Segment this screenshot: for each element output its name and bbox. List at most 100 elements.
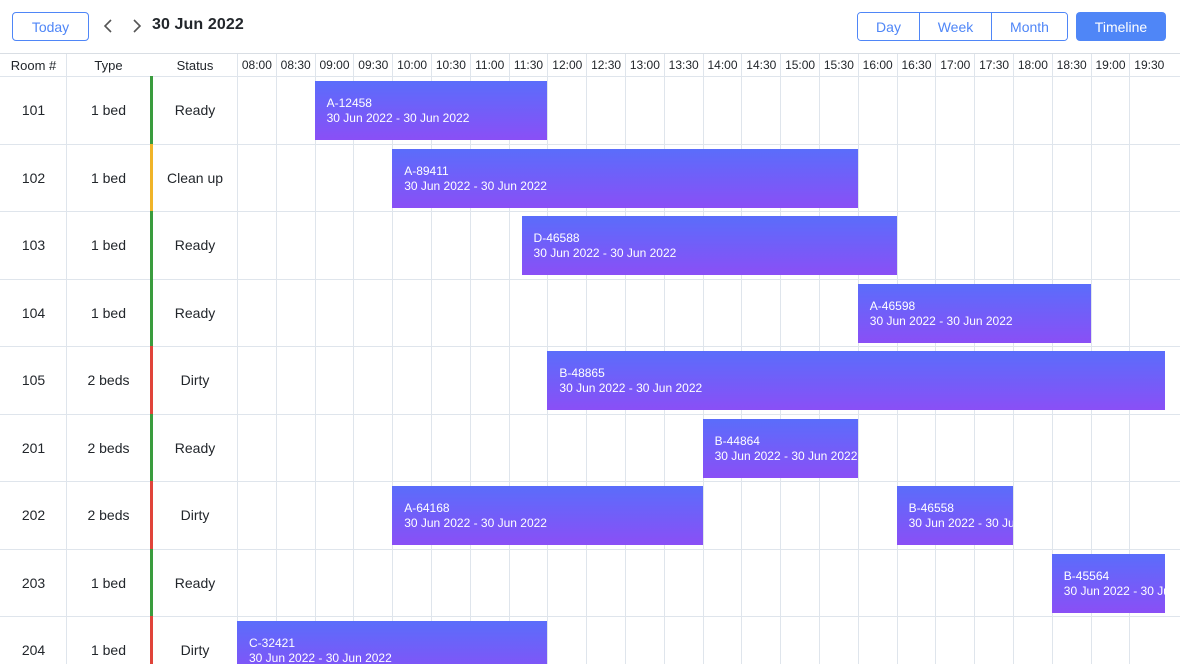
room-status: Ready (174, 574, 216, 591)
room-status: Ready (174, 237, 216, 254)
time-header: 11:00 (469, 54, 509, 76)
time-header: 09:30 (353, 54, 392, 76)
booking-id: C-32421 (249, 636, 296, 651)
booking-event[interactable]: B-4655830 Jun 2022 - 30 Jun 2022 (896, 486, 1013, 546)
booking-id: A-64168 (404, 501, 450, 516)
booking-dates: 30 Jun 2022 - 30 Jun 2022 (1063, 583, 1165, 598)
chevron-right-icon[interactable] (128, 15, 146, 37)
booking-event[interactable]: A-12458 30 Jun 2022 - 30 Jun 2022 (314, 81, 548, 141)
booking-dates: 30 Jun 2022 - 30 Jun 2022 (404, 516, 547, 531)
time-slot-divider (353, 54, 355, 664)
time-header: 19:00 (1090, 54, 1130, 76)
time-header: 08:00 (237, 54, 276, 76)
booking-event[interactable]: A-46598 30 Jun 2022 - 30 Jun 2022 (857, 283, 1091, 343)
view-timeline-button[interactable]: Timeline (1076, 12, 1166, 41)
booking-dates: 30 Jun 2022 - 30 Jun 2022 (249, 651, 392, 664)
room-type: 1 bed (90, 169, 127, 186)
room-number: 105 (21, 372, 46, 389)
room-number: 104 (21, 304, 46, 321)
booking-dates: 30 Jun 2022 - 30 Jun 2022 (533, 246, 677, 261)
booking-dates: 30 Jun 2022 - 30 Jun 2022 (908, 516, 1013, 531)
room-status: Ready (174, 102, 216, 119)
time-header: 17:00 (935, 54, 974, 76)
room-status: Dirty (180, 642, 210, 659)
time-header: 19:30 (1129, 54, 1168, 76)
view-switcher: Day Week Month (857, 12, 1068, 41)
room-number: 203 (21, 574, 46, 591)
booking-dates: 30 Jun 2022 - 30 Jun 2022 (869, 313, 1013, 328)
time-slot-divider (237, 54, 238, 664)
time-header: 15:00 (780, 54, 819, 76)
time-slot-divider (508, 54, 510, 664)
room-type: 2 beds (87, 507, 130, 524)
booking-id: B-46558 (908, 501, 954, 516)
room-type: 1 bed (90, 574, 127, 591)
time-header: 10:30 (431, 54, 470, 76)
time-slot-divider (392, 54, 394, 664)
room-type: 2 beds (87, 372, 130, 389)
booking-event[interactable]: D-46588 30 Jun 2022 - 30 Jun 2022 (521, 216, 897, 276)
view-week-button[interactable]: Week (919, 13, 991, 40)
time-header: 10:00 (392, 54, 431, 76)
room-type: 1 bed (90, 304, 127, 321)
time-header: 09:00 (314, 54, 354, 76)
booking-event[interactable]: C-32421 30 Jun 2022 - 30 Jun 2022 (237, 621, 548, 664)
time-header: 18:00 (1013, 54, 1052, 76)
booking-id: A-12458 (326, 96, 372, 111)
room-type: 2 beds (87, 439, 130, 456)
room-status: Dirty (180, 507, 210, 524)
time-header: 12:00 (547, 54, 586, 76)
time-slot-divider (431, 54, 432, 664)
booking-event[interactable]: B-48865 30 Jun 2022 - 30 Jun 2022 (547, 351, 1165, 411)
room-type: 1 bed (90, 237, 127, 254)
room-status: Clean up (166, 169, 224, 186)
time-header: 11:30 (508, 54, 548, 76)
booking-id: D-46588 (533, 231, 580, 246)
booking-dates: 30 Jun 2022 - 30 Jun 2022 (714, 448, 858, 463)
booking-id: A-46598 (869, 298, 916, 313)
time-slot-divider (275, 54, 277, 664)
time-header: 13:00 (625, 54, 664, 76)
column-header-status: Status (176, 57, 214, 73)
booking-id: B-44864 (714, 433, 760, 448)
booking-event[interactable]: B-4556430 Jun 2022 - 30 Jun 2022 (1051, 553, 1165, 613)
room-status: Ready (174, 304, 216, 321)
booking-id: A-89411 (404, 163, 449, 178)
booking-event[interactable]: A-64168 30 Jun 2022 - 30 Jun 2022 (392, 486, 703, 546)
booking-dates: 30 Jun 2022 - 30 Jun 2022 (326, 111, 470, 126)
room-status: Ready (174, 439, 216, 456)
time-slot-divider (469, 54, 471, 664)
booking-dates: 30 Jun 2022 - 30 Jun 2022 (559, 381, 703, 396)
view-month-button[interactable]: Month (991, 13, 1067, 40)
booking-event[interactable]: A-89411 30 Jun 2022 - 30 Jun 2022 (392, 148, 858, 208)
time-header: 15:30 (819, 54, 858, 76)
column-header-room: Room # (10, 57, 57, 73)
time-header: 18:30 (1051, 54, 1091, 76)
room-number: 204 (21, 642, 46, 659)
timeline-grid: Room # Type Status 08:00 08:30 09:00 09:30 1… (0, 53, 1180, 664)
time-header: 16:30 (896, 54, 936, 76)
room-number: 102 (21, 169, 46, 186)
time-header: 08:30 (275, 54, 315, 76)
room-number: 202 (21, 507, 46, 524)
room-number: 201 (21, 439, 46, 456)
booking-event[interactable]: B-44864 30 Jun 2022 - 30 Jun 2022 (702, 418, 858, 478)
chevron-left-icon[interactable] (99, 15, 117, 37)
today-button[interactable]: Today (12, 12, 89, 41)
view-day-button[interactable]: Day (858, 13, 919, 40)
time-slot-divider (314, 54, 316, 664)
time-header: 12:30 (586, 54, 625, 76)
booking-dates: 30 Jun 2022 - 30 Jun 2022 (404, 178, 547, 193)
time-header: 13:30 (663, 54, 703, 76)
room-type: 1 bed (90, 102, 127, 119)
time-header: 16:00 (857, 54, 897, 76)
time-header: 17:30 (974, 54, 1013, 76)
booking-id: B-48865 (559, 366, 605, 381)
date-title: 30 Jun 2022 (152, 16, 244, 33)
room-number: 101 (21, 102, 46, 119)
column-header-type: Type (94, 57, 123, 73)
room-status: Dirty (180, 372, 210, 389)
toolbar: Today 30 Jun 2022 Day Week Month Timelin… (0, 0, 1180, 53)
booking-id: B-45564 (1063, 568, 1110, 583)
room-number: 103 (21, 237, 46, 254)
